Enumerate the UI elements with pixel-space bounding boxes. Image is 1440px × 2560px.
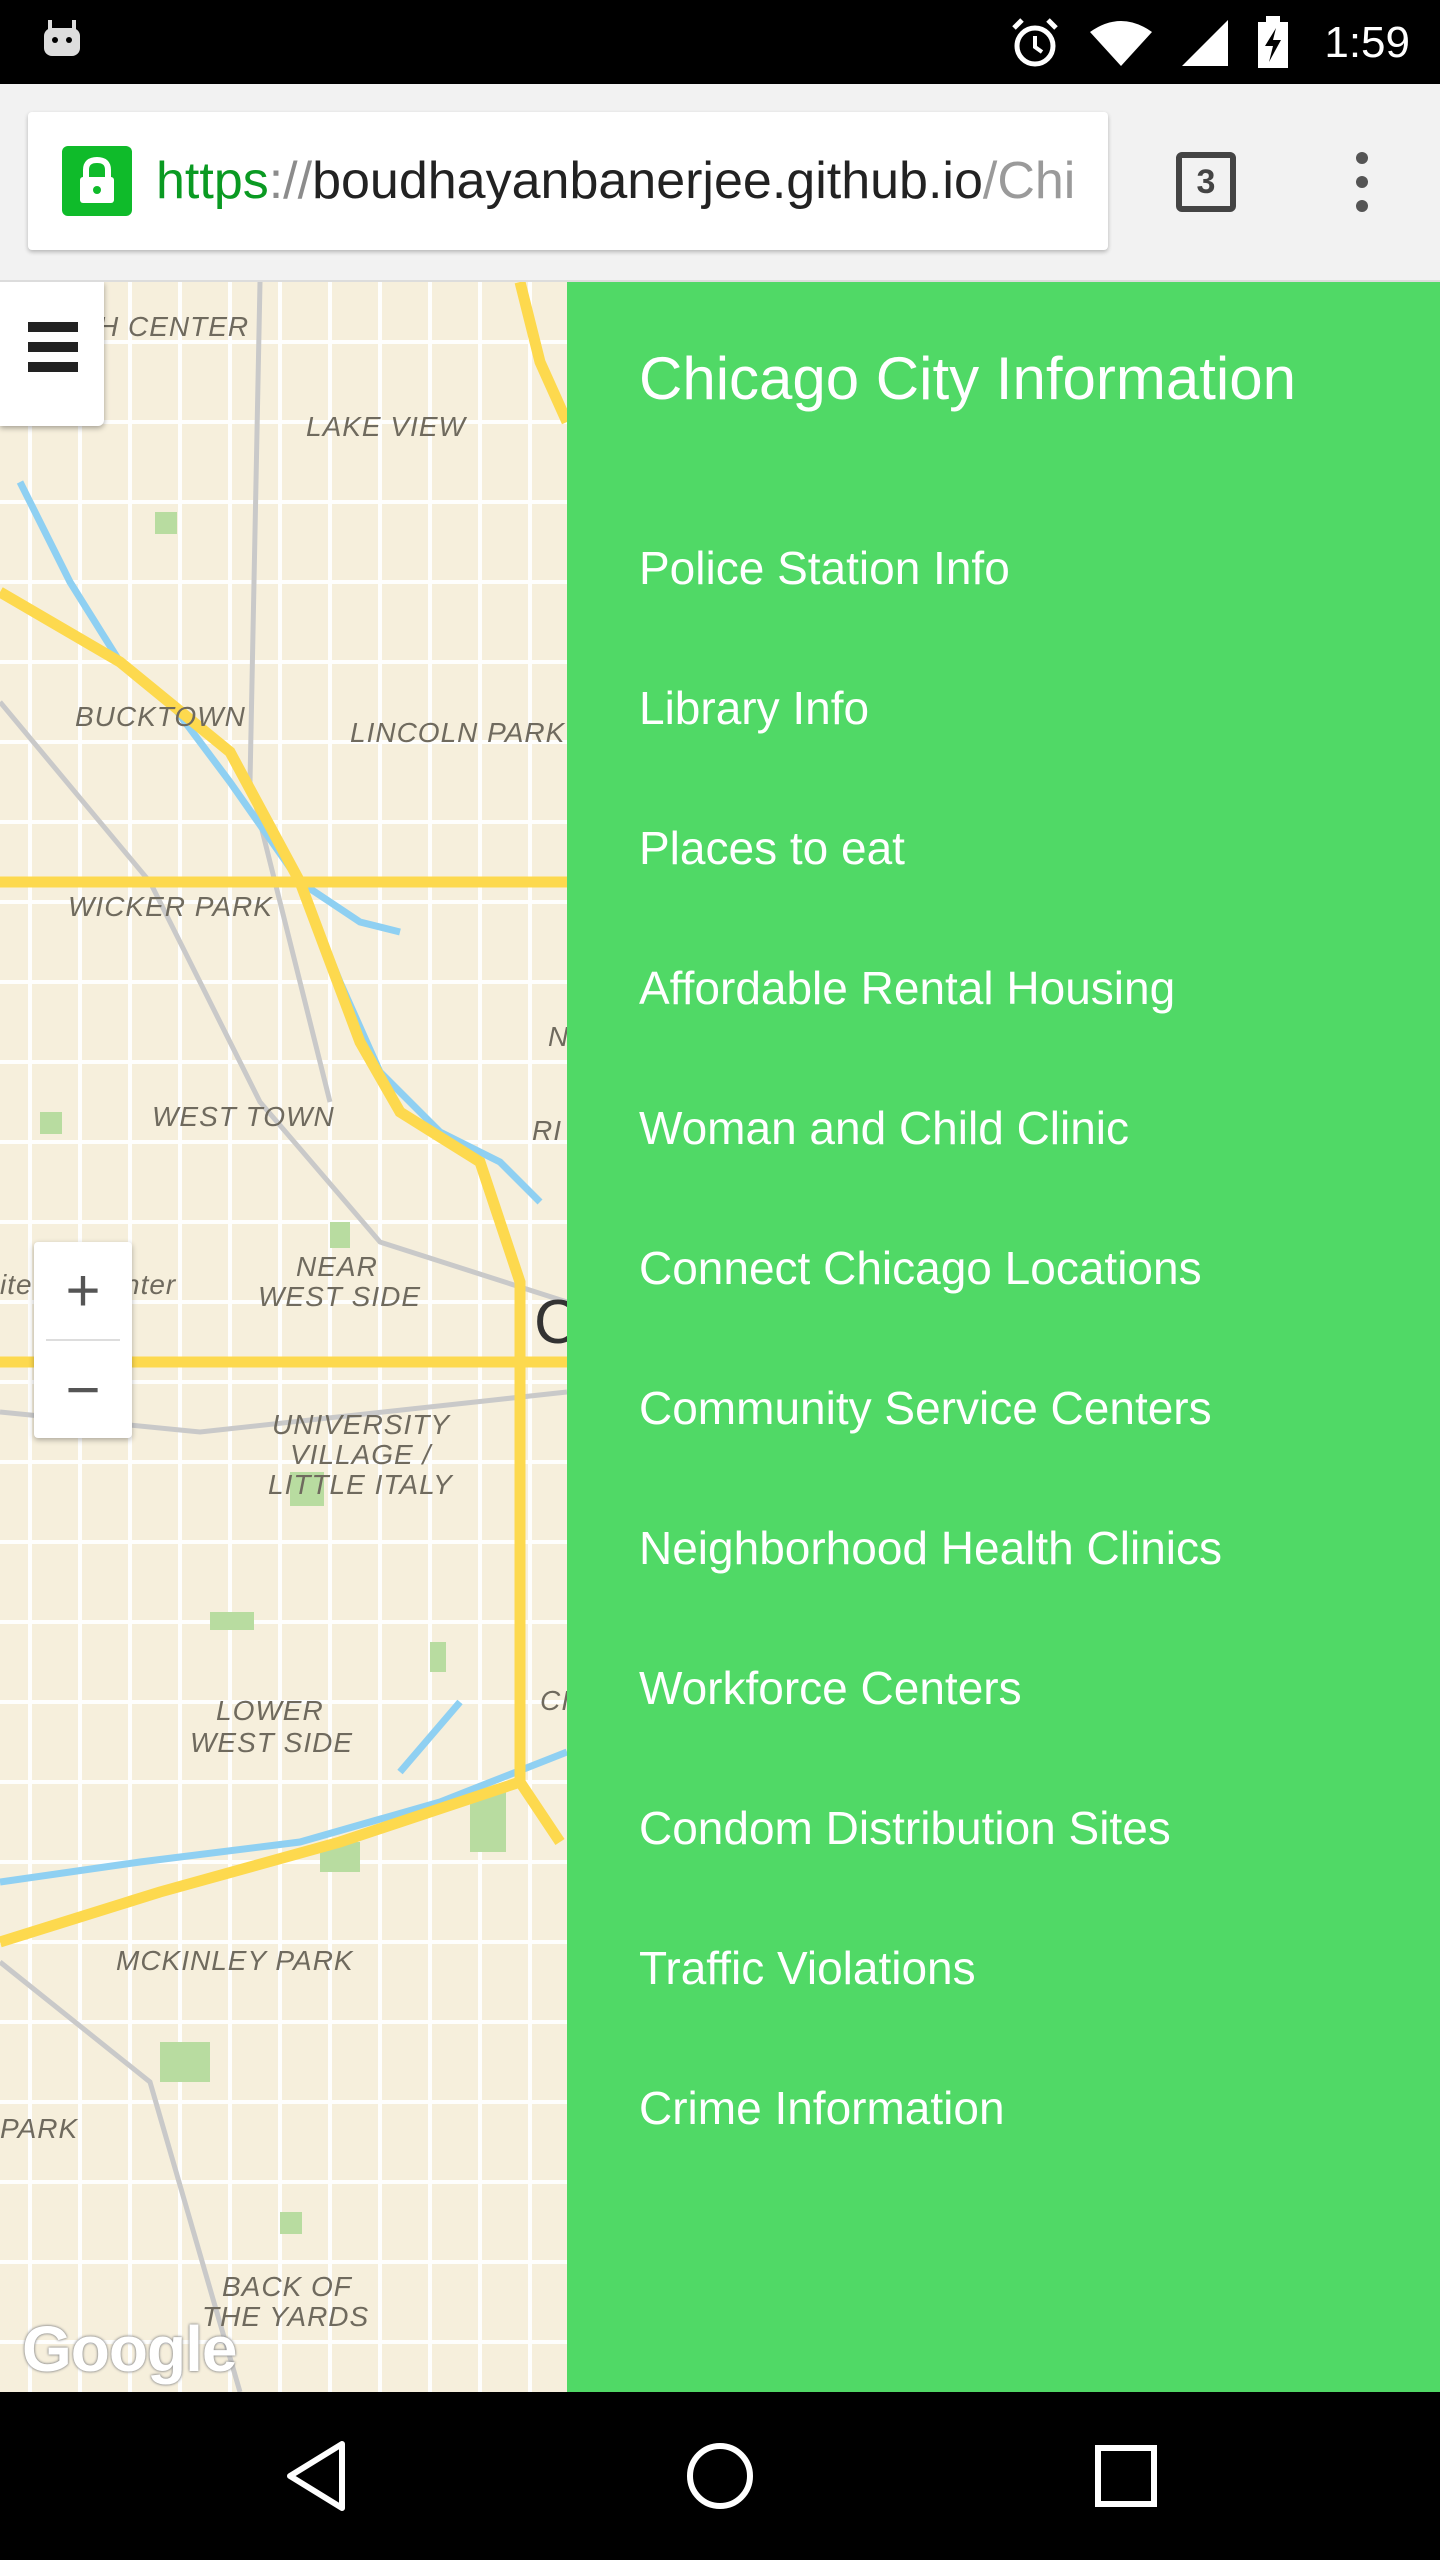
map-label: N: [548, 1022, 567, 1052]
menu-item-places-to-eat[interactable]: Places to eat: [639, 818, 1222, 958]
url-separator: ://: [268, 152, 313, 210]
android-notification-icon: [44, 20, 80, 56]
battery-charging-icon: [1258, 16, 1288, 68]
hamburger-line: [28, 342, 78, 352]
zoom-control: + −: [34, 1242, 132, 1438]
status-time: 1:59: [1324, 18, 1410, 67]
map-label: WICKER PARK: [68, 891, 273, 922]
map-label: VILLAGE /: [290, 1439, 432, 1470]
hamburger-line: [28, 322, 78, 332]
menu-item-condom-distribution-sites[interactable]: Condom Distribution Sites: [639, 1798, 1222, 1938]
zoom-in-button[interactable]: +: [34, 1242, 132, 1339]
map-label: LAKE VIEW: [306, 411, 466, 442]
url-text[interactable]: https://boudhayanbanerjee.github.io/Chi: [156, 146, 1075, 216]
home-icon[interactable]: [680, 2436, 760, 2516]
back-icon[interactable]: [276, 2436, 356, 2516]
map-view[interactable]: H CENTER LAKE VIEW BUCKTOWN LINCOLN PARK…: [0, 282, 567, 2392]
tab-count: 3: [1196, 163, 1216, 201]
map-label: RI: [532, 1115, 562, 1146]
menu-item-crime-information[interactable]: Crime Information: [639, 2078, 1222, 2218]
map-label: MCKINLEY PARK: [116, 1945, 354, 1976]
map-label: LITTLE ITALY: [268, 1469, 453, 1500]
menu-item-workforce-centers[interactable]: Workforce Centers: [639, 1658, 1222, 1798]
map-label: WEST SIDE: [190, 1727, 354, 1758]
menu-item-neighborhood-health-clinics[interactable]: Neighborhood Health Clinics: [639, 1518, 1222, 1658]
system-icons: [1008, 16, 1290, 70]
url-host: boudhayanbanerjee.github.io: [312, 152, 983, 210]
lock-icon[interactable]: [62, 146, 132, 216]
map-label: NEAR: [296, 1251, 378, 1282]
menu-item-affordable-rental-housing[interactable]: Affordable Rental Housing: [639, 958, 1222, 1098]
menu-item-community-service-centers[interactable]: Community Service Centers: [639, 1378, 1222, 1518]
hamburger-line: [28, 362, 78, 372]
map-label: CI: [540, 1685, 567, 1716]
info-side-panel: Chicago City Information Police Station …: [567, 282, 1440, 2392]
menu-item-connect-chicago-locations[interactable]: Connect Chicago Locations: [639, 1238, 1222, 1378]
status-bar: 1:59: [0, 0, 1440, 84]
system-nav-bar: [0, 2392, 1440, 2560]
url-path: /Chi: [982, 152, 1076, 210]
map-label: WEST TOWN: [152, 1101, 335, 1132]
menu-item-library-info[interactable]: Library Info: [639, 678, 1222, 818]
panel-menu: Police Station Info Library Info Places …: [639, 538, 1222, 2218]
panel-title: Chicago City Information: [639, 345, 1296, 412]
tab-switcher-icon[interactable]: 3: [1176, 152, 1236, 212]
url-scheme: https: [156, 152, 269, 210]
google-logo: Google: [22, 2313, 237, 2385]
map-label: LINCOLN PARK: [350, 717, 566, 748]
menu-item-woman-and-child-clinic[interactable]: Woman and Child Clinic: [639, 1098, 1222, 1238]
map-label: BACK OF: [222, 2271, 352, 2302]
map-label: C: [534, 1288, 567, 1357]
wifi-icon: [1090, 21, 1152, 66]
recents-icon[interactable]: [1086, 2436, 1166, 2516]
map-label: PARK: [0, 2113, 79, 2144]
map-label: ite: [0, 1269, 33, 1300]
map-label: H CENTER: [98, 311, 250, 342]
browser-toolbar: https://boudhayanbanerjee.github.io/Chi …: [0, 84, 1440, 282]
overflow-menu-icon[interactable]: [1342, 150, 1382, 214]
menu-item-police-station-info[interactable]: Police Station Info: [639, 538, 1222, 678]
alarm-icon: [1012, 18, 1058, 67]
zoom-out-button[interactable]: −: [34, 1341, 132, 1438]
map-label: BUCKTOWN: [75, 701, 246, 732]
map-label: UNIVERSITY: [272, 1409, 451, 1440]
hamburger-menu-button[interactable]: [0, 282, 104, 426]
map-label: LOWER: [216, 1695, 324, 1726]
menu-item-traffic-violations[interactable]: Traffic Violations: [639, 1938, 1222, 2078]
url-bar[interactable]: https://boudhayanbanerjee.github.io/Chi: [28, 112, 1108, 250]
map-label: WEST SIDE: [258, 1281, 422, 1312]
signal-icon: [1182, 20, 1228, 66]
